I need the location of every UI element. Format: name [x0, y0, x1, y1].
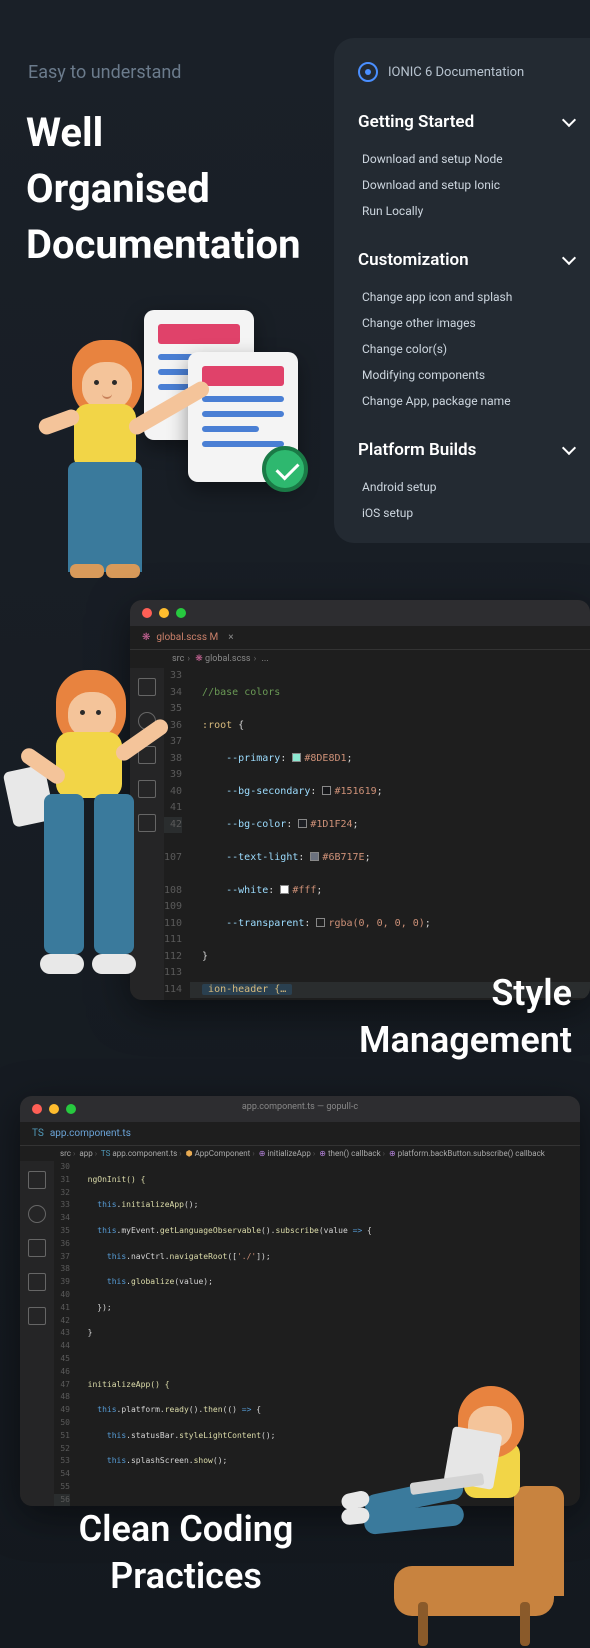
doc-section-title: Customization — [358, 250, 469, 270]
breadcrumb: src› app› TS app.component.ts› ⬢ AppComp… — [20, 1146, 580, 1161]
editor-tab[interactable]: TS app.component.ts — [20, 1122, 580, 1146]
checkmark-icon — [262, 446, 308, 492]
window-title: app.component.ts — gopull-c — [242, 1102, 358, 1112]
chevron-down-icon — [562, 113, 576, 127]
doc-section-getting-started[interactable]: Getting Started — [358, 112, 574, 132]
chevron-down-icon — [562, 251, 576, 265]
breadcrumb: src› ❋ global.scss› ... — [130, 650, 590, 668]
title-line-2: Practices — [56, 1553, 316, 1600]
extensions-icon[interactable] — [28, 1307, 46, 1325]
minimize-icon[interactable] — [49, 1104, 59, 1114]
maximize-icon[interactable] — [176, 608, 186, 618]
line-gutter: 3031323334353637383940414243444546474849… — [54, 1161, 78, 1506]
editor-tab[interactable]: ❋ global.scss M × — [130, 626, 590, 650]
doc-item[interactable]: Modifying components — [358, 362, 574, 388]
tab-filename: global.scss M — [156, 632, 218, 643]
editor-titlebar — [130, 600, 590, 626]
source-control-icon[interactable] — [28, 1239, 46, 1257]
section1-subtitle: Easy to understand — [28, 62, 181, 83]
character-illustration-3 — [344, 1386, 584, 1646]
title-line-2: Management — [359, 1017, 572, 1064]
doc-header-text: IONIC 6 Documentation — [388, 65, 524, 80]
debug-icon[interactable] — [28, 1273, 46, 1291]
documentation-panel: IONIC 6 Documentation Getting Started Do… — [334, 38, 590, 543]
character-illustration-2 — [0, 670, 200, 1070]
close-icon[interactable] — [142, 608, 152, 618]
maximize-icon[interactable] — [66, 1104, 76, 1114]
doc-item[interactable]: Change App, package name — [358, 388, 574, 414]
section1-title: Well Organised Documentation — [26, 105, 301, 273]
scss-file-icon: ❋ — [142, 632, 150, 643]
doc-panel-header: IONIC 6 Documentation — [358, 62, 574, 82]
doc-item[interactable]: Download and setup Node — [358, 146, 574, 172]
doc-section-customization[interactable]: Customization — [358, 250, 574, 270]
title-line-1: Style — [359, 970, 572, 1017]
search-icon[interactable] — [28, 1205, 46, 1223]
close-tab-icon[interactable]: × — [228, 632, 233, 643]
title-line-1: Well — [26, 105, 301, 161]
code-content[interactable]: //base colors :root { --primary: #8DE8D1… — [190, 668, 590, 1000]
character-illustration-1 — [24, 310, 324, 580]
doc-section-title: Platform Builds — [358, 440, 476, 460]
crumb[interactable]: global.scss — [205, 654, 251, 664]
title-line-3: Documentation — [26, 217, 301, 273]
doc-item[interactable]: Change color(s) — [358, 336, 574, 362]
minimize-icon[interactable] — [159, 608, 169, 618]
tab-filename: app.component.ts — [50, 1128, 131, 1139]
editor-titlebar: app.component.ts — gopull-c — [20, 1096, 580, 1122]
activity-bar — [20, 1161, 54, 1506]
doc-item[interactable]: Change other images — [358, 310, 574, 336]
ionic-icon — [358, 62, 378, 82]
section3-title: Clean Coding Practices — [56, 1506, 316, 1600]
doc-item[interactable]: Download and setup Ionic — [358, 172, 574, 198]
doc-item[interactable]: Change app icon and splash — [358, 284, 574, 310]
close-icon[interactable] — [32, 1104, 42, 1114]
crumb: ... — [262, 654, 269, 664]
title-line-1: Clean Coding — [56, 1506, 316, 1553]
doc-item[interactable]: iOS setup — [358, 500, 574, 526]
doc-section-title: Getting Started — [358, 112, 474, 132]
ts-file-icon: TS — [32, 1128, 44, 1139]
chevron-down-icon — [562, 441, 576, 455]
doc-section-platform-builds[interactable]: Platform Builds — [358, 440, 574, 460]
doc-item[interactable]: Android setup — [358, 474, 574, 500]
explorer-icon[interactable] — [28, 1171, 46, 1189]
crumb[interactable]: src — [172, 654, 184, 664]
title-line-2: Organised — [26, 161, 301, 217]
section2-title: Style Management — [359, 970, 572, 1064]
doc-item[interactable]: Run Locally — [358, 198, 574, 224]
